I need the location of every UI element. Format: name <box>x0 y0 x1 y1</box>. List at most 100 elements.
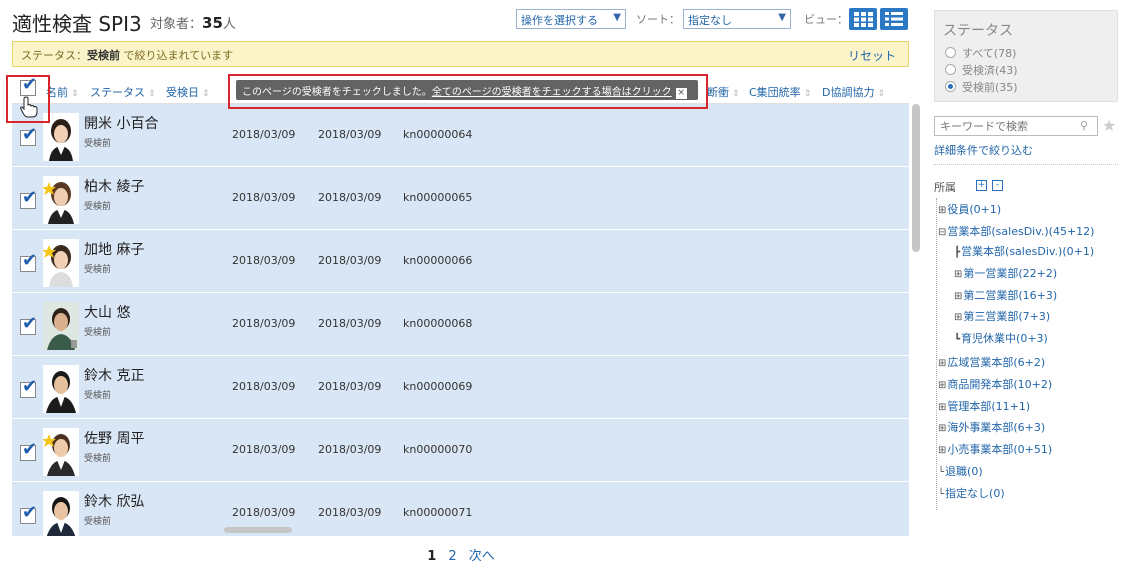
row-name[interactable]: 開米 小百合 <box>84 113 158 133</box>
table-row[interactable]: ✔ 大山 悠 受検前 2018/03/09 2018/03/09 kn00000… <box>12 293 909 356</box>
horizontal-scrollbar[interactable] <box>224 527 292 533</box>
tree-item[interactable]: └退職(0) <box>938 463 983 479</box>
row-status: 受検前 <box>84 517 112 527</box>
row-checkbox[interactable]: ✔ <box>20 378 37 398</box>
row-date: 2018/03/09 <box>232 317 296 330</box>
row-name[interactable]: 佐野 周平 <box>84 428 144 448</box>
star-icon[interactable]: ★ <box>1102 116 1116 135</box>
row-date: 2018/03/09 <box>232 443 296 456</box>
row-checkbox[interactable]: ✔ <box>20 189 37 209</box>
tree-item[interactable]: ⊞第二営業部(16+3) <box>954 287 1057 303</box>
column-header-partial[interactable]: 断衝 ⇕ <box>707 84 740 100</box>
chevron-down-icon: ▼ <box>613 12 621 23</box>
table-row[interactable]: ✔ 鈴木 欣弘 受検前 2018/03/09 2018/03/09 kn0000… <box>12 482 909 536</box>
sidebar: ステータス すべて(78) 受検済(43) 受検前(35) ⚲ ★ 詳細条件で絞… <box>922 0 1128 566</box>
radio-icon <box>945 64 956 75</box>
filter-text: ステータス：受検前 で絞り込まれています <box>21 49 234 62</box>
row-code: kn00000068 <box>403 317 473 330</box>
radio-selected-icon <box>945 81 956 92</box>
tree-expand-icon: ⊞ <box>938 423 947 434</box>
tree-expand-icon: ⊞ <box>954 291 963 302</box>
row-checkbox[interactable]: ✔ <box>20 315 37 335</box>
row-date: 2018/03/09 <box>318 380 382 393</box>
status-option-before[interactable]: 受検前(35) <box>945 79 1018 95</box>
table-row[interactable]: ✔ 鈴木 克正 受検前 2018/03/09 2018/03/09 kn0000… <box>12 356 909 419</box>
tree-item[interactable]: ⊞小売事業本部(0+51) <box>938 441 1052 457</box>
table-body: ✔ 開米 小百合 受検前 2018/03/09 2018/03/09 kn000… <box>12 104 909 536</box>
row-date: 2018/03/09 <box>318 317 382 330</box>
row-date: 2018/03/09 <box>318 506 382 519</box>
tree-expand-icon: ⊞ <box>938 358 947 369</box>
next-page-link[interactable]: 次へ <box>469 549 495 564</box>
row-status: 受検前 <box>84 202 112 212</box>
tree-item[interactable]: ⊟営業本部(salesDiv.)(45+12) <box>938 223 1094 239</box>
row-date: 2018/03/09 <box>318 443 382 456</box>
row-date: 2018/03/09 <box>232 380 296 393</box>
page-current: 1 <box>427 549 437 564</box>
filter-bar: ステータス：受検前 で絞り込まれています リセット <box>12 41 909 67</box>
page-2-link[interactable]: 2 <box>448 549 456 564</box>
operation-select[interactable]: 操作を選択する ▼ <box>516 9 626 29</box>
select-all-pages-link[interactable]: 全てのページの受検者をチェックする場合はクリック <box>432 87 672 98</box>
tree-collapse-icon[interactable]: - <box>992 180 1003 191</box>
tree-item[interactable]: ⊞商品開発本部(10+2) <box>938 376 1052 392</box>
tree-item[interactable]: └指定なし(0) <box>938 485 1005 501</box>
row-status: 受検前 <box>84 328 112 338</box>
radio-icon <box>945 47 956 58</box>
table-row[interactable]: ✔ 佐野 周平 受検前 2018/03/09 2018/03/09 kn0000… <box>12 419 909 482</box>
status-option-all[interactable]: すべて(78) <box>945 45 1016 61</box>
row-code: kn00000071 <box>403 506 473 519</box>
row-checkbox[interactable]: ✔ <box>20 252 37 272</box>
column-header-d[interactable]: D協調協力 ⇕ <box>822 84 885 100</box>
row-name[interactable]: 鈴木 克正 <box>84 365 144 385</box>
column-header-name[interactable]: 名前 ⇕ <box>46 84 79 100</box>
sort-arrows-icon: ⇕ <box>202 89 210 99</box>
avatar <box>43 365 79 413</box>
sort-select[interactable]: 指定なし ▼ <box>683 9 791 29</box>
tree-item[interactable]: ⊞役員(0+1) <box>938 201 1001 217</box>
table-row[interactable]: ✔ 開米 小百合 受検前 2018/03/09 2018/03/09 kn000… <box>12 104 909 167</box>
sort-arrows-icon: ⇕ <box>71 89 79 99</box>
close-icon[interactable]: × <box>675 88 687 99</box>
page-title: 適性検査 SPI3 <box>12 12 142 36</box>
table-row[interactable]: ✔ 柏木 綾子 受検前 2018/03/09 2018/03/09 kn0000… <box>12 167 909 230</box>
column-header-c[interactable]: C集団統率 ⇕ <box>749 84 811 100</box>
row-name[interactable]: 柏木 綾子 <box>84 176 144 196</box>
tree-item[interactable]: ┗育児休業中(0+3) <box>954 330 1048 346</box>
pagination: 1 2 次へ <box>0 545 922 564</box>
search-icon[interactable]: ⚲ <box>1080 119 1088 132</box>
avatar <box>43 491 79 536</box>
tree-expand-icon[interactable]: + <box>976 180 987 191</box>
tree-item[interactable]: ⊞第一営業部(22+2) <box>954 265 1057 281</box>
tree-item[interactable]: ⊞海外事業本部(6+3) <box>938 419 1045 435</box>
tree-line <box>936 198 937 510</box>
column-header-status[interactable]: ステータス ⇕ <box>90 84 156 100</box>
row-checkbox[interactable]: ✔ <box>20 126 37 146</box>
reset-link[interactable]: リセット <box>848 47 896 64</box>
row-code: kn00000069 <box>403 380 473 393</box>
row-name[interactable]: 鈴木 欣弘 <box>84 491 144 511</box>
list-view-button[interactable] <box>880 8 908 30</box>
tree-item[interactable]: ⊞管理本部(11+1) <box>938 398 1030 414</box>
select-all-tooltip: このページの受検者をチェックしました。全てのページの受検者をチェックする場合はク… <box>236 80 698 100</box>
tree-item[interactable]: ⊞第三営業部(7+3) <box>954 308 1050 324</box>
row-checkbox[interactable]: ✔ <box>20 441 37 461</box>
checkbox-checked-icon: ✔ <box>22 376 38 397</box>
tile-view-button[interactable] <box>849 8 877 30</box>
row-name[interactable]: 加地 麻子 <box>84 239 144 259</box>
column-header-exam-date[interactable]: 受検日 ⇕ <box>166 84 210 100</box>
tree-item[interactable]: ┣営業本部(salesDiv.)(0+1) <box>954 243 1094 259</box>
row-date: 2018/03/09 <box>318 254 382 267</box>
keyword-search-input[interactable] <box>934 116 1098 136</box>
row-checkbox[interactable]: ✔ <box>20 504 37 524</box>
row-date: 2018/03/09 <box>232 506 296 519</box>
status-option-done[interactable]: 受検済(43) <box>945 62 1018 78</box>
row-name[interactable]: 大山 悠 <box>84 302 130 322</box>
row-code: kn00000066 <box>403 254 473 267</box>
table-row[interactable]: ✔ 加地 麻子 受検前 2018/03/09 2018/03/09 kn0000… <box>12 230 909 293</box>
status-filter: ステータス すべて(78) 受検済(43) 受検前(35) <box>934 10 1118 102</box>
vertical-scrollbar[interactable] <box>912 104 920 252</box>
advanced-filter-link[interactable]: 詳細条件で絞り込む <box>934 142 1033 158</box>
tree-item[interactable]: ⊞広域営業本部(6+2) <box>938 354 1045 370</box>
checkbox-checked-icon: ✔ <box>22 250 38 271</box>
